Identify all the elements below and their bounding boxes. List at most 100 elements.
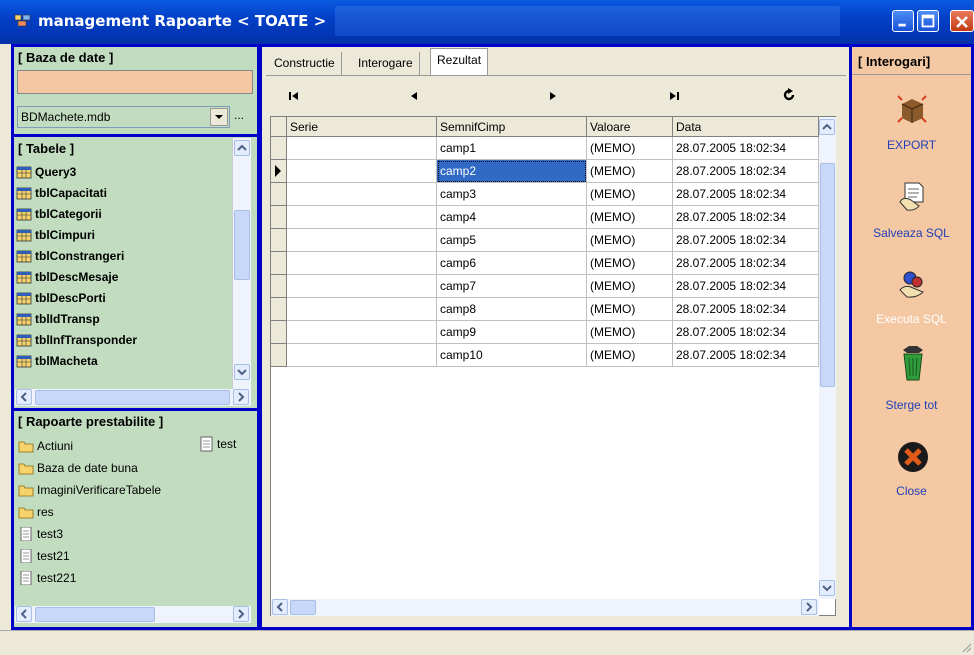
cell-valoare[interactable]: (MEMO) xyxy=(587,160,673,183)
cell-serie[interactable] xyxy=(287,206,437,229)
cell-serie[interactable] xyxy=(287,275,437,298)
cell-semnifcimp[interactable]: camp3 xyxy=(437,183,587,206)
grid-vscrollbar[interactable] xyxy=(819,117,836,599)
report-folder[interactable]: Actiuni xyxy=(18,436,73,456)
scroll-thumb[interactable] xyxy=(820,163,835,387)
cell-valoare[interactable]: (MEMO) xyxy=(587,137,673,160)
table-item[interactable]: Query3 xyxy=(16,162,76,182)
cell-serie[interactable] xyxy=(287,298,437,321)
cell-data[interactable]: 28.07.2005 18:02:34 xyxy=(673,229,819,252)
cell-serie[interactable] xyxy=(287,321,437,344)
cell-data[interactable]: 28.07.2005 18:02:34 xyxy=(673,252,819,275)
tables-hscrollbar[interactable] xyxy=(15,389,251,406)
cell-serie[interactable] xyxy=(287,229,437,252)
cell-valoare[interactable]: (MEMO) xyxy=(587,344,673,367)
table-item[interactable]: tblDescPorti xyxy=(16,288,106,308)
next-record-button[interactable] xyxy=(546,89,560,103)
cell-data[interactable]: 28.07.2005 18:02:34 xyxy=(673,183,819,206)
tables-scrollbar[interactable] xyxy=(232,138,251,390)
cell-semnifcimp[interactable]: camp8 xyxy=(437,298,587,321)
scroll-left-button[interactable] xyxy=(16,389,32,405)
column-header-serie[interactable]: Serie xyxy=(287,117,437,137)
row-indicator[interactable] xyxy=(271,275,287,298)
table-item[interactable]: tblCimpuri xyxy=(16,225,95,245)
cell-valoare[interactable]: (MEMO) xyxy=(587,275,673,298)
scroll-down-button[interactable] xyxy=(234,364,250,380)
export-button[interactable]: EXPORT xyxy=(852,92,971,162)
cell-valoare[interactable]: (MEMO) xyxy=(587,321,673,344)
scroll-left-button[interactable] xyxy=(272,599,288,615)
grid-hscrollbar[interactable] xyxy=(271,599,819,616)
browse-button[interactable]: ... xyxy=(234,108,244,122)
cell-serie[interactable] xyxy=(287,344,437,367)
scroll-up-button[interactable] xyxy=(234,140,250,156)
cell-serie[interactable] xyxy=(287,252,437,275)
maximize-button[interactable] xyxy=(917,10,939,32)
cell-data[interactable]: 28.07.2005 18:02:34 xyxy=(673,160,819,183)
cell-valoare[interactable]: (MEMO) xyxy=(587,183,673,206)
scroll-thumb[interactable] xyxy=(234,210,250,280)
dropdown-button[interactable] xyxy=(210,108,228,126)
report-file[interactable]: test21 xyxy=(18,546,70,566)
table-item[interactable]: tblMacheta xyxy=(16,351,98,371)
cell-serie[interactable] xyxy=(287,160,437,183)
cell-semnifcimp[interactable]: camp10 xyxy=(437,344,587,367)
cell-semnifcimp[interactable]: camp6 xyxy=(437,252,587,275)
execute-sql-button[interactable]: Executa SQL xyxy=(852,266,971,336)
table-item[interactable]: tblIdTransp xyxy=(16,309,100,329)
report-file[interactable]: test221 xyxy=(18,568,76,588)
scroll-down-button[interactable] xyxy=(819,580,835,596)
resize-grip-icon[interactable] xyxy=(960,641,972,653)
scroll-left-button[interactable] xyxy=(16,606,32,622)
cell-semnifcimp[interactable]: camp5 xyxy=(437,229,587,252)
table-item[interactable]: tblDescMesaje xyxy=(16,267,118,287)
previous-record-button[interactable] xyxy=(407,89,421,103)
last-record-button[interactable] xyxy=(667,89,681,103)
reports-hscrollbar[interactable] xyxy=(15,606,251,623)
table-item[interactable]: tblConstrangeri xyxy=(16,246,124,266)
column-header-valoare[interactable]: Valoare xyxy=(587,117,673,137)
cell-serie[interactable] xyxy=(287,183,437,206)
cell-data[interactable]: 28.07.2005 18:02:34 xyxy=(673,321,819,344)
cell-data[interactable]: 28.07.2005 18:02:34 xyxy=(673,275,819,298)
scroll-right-button[interactable] xyxy=(801,599,817,615)
row-indicator[interactable] xyxy=(271,183,287,206)
database-select[interactable]: BDMachete.mdb xyxy=(17,106,230,128)
tab-rezultat[interactable]: Rezultat xyxy=(430,48,489,76)
column-header-semnifcimp[interactable]: SemnifCimp xyxy=(437,117,587,137)
row-indicator[interactable] xyxy=(271,298,287,321)
report-file[interactable]: test3 xyxy=(18,524,63,544)
row-indicator[interactable] xyxy=(271,160,287,183)
scroll-right-button[interactable] xyxy=(233,389,249,405)
table-item[interactable]: tblCapacitati xyxy=(16,183,107,203)
tab-constructie[interactable]: Constructie xyxy=(268,52,342,76)
cell-valoare[interactable]: (MEMO) xyxy=(587,298,673,321)
row-indicator[interactable] xyxy=(271,229,287,252)
database-path-field[interactable] xyxy=(17,70,253,94)
cell-semnifcimp[interactable]: camp7 xyxy=(437,275,587,298)
cell-semnifcimp[interactable]: camp2 xyxy=(437,160,587,183)
save-sql-button[interactable]: Salveaza SQL xyxy=(852,180,971,250)
cell-serie[interactable] xyxy=(287,137,437,160)
refresh-button[interactable] xyxy=(781,87,797,103)
row-indicator[interactable] xyxy=(271,252,287,275)
cell-semnifcimp[interactable]: camp4 xyxy=(437,206,587,229)
cell-semnifcimp[interactable]: camp1 xyxy=(437,137,587,160)
clear-all-button[interactable]: Sterge tot xyxy=(852,344,971,414)
scroll-up-button[interactable] xyxy=(819,119,835,135)
row-indicator[interactable] xyxy=(271,206,287,229)
cell-valoare[interactable]: (MEMO) xyxy=(587,229,673,252)
cell-data[interactable]: 28.07.2005 18:02:34 xyxy=(673,206,819,229)
scroll-right-button[interactable] xyxy=(233,606,249,622)
hscroll-thumb[interactable] xyxy=(35,607,155,622)
row-indicator[interactable] xyxy=(271,344,287,367)
cell-data[interactable]: 28.07.2005 18:02:34 xyxy=(673,137,819,160)
cell-data[interactable]: 28.07.2005 18:02:34 xyxy=(673,298,819,321)
close-button[interactable]: Close xyxy=(852,440,971,506)
report-folder[interactable]: Baza de date buna xyxy=(18,458,138,478)
minimize-button[interactable] xyxy=(892,10,914,32)
results-grid[interactable]: Serie SemnifCimp Valoare Data camp1 (MEMO… xyxy=(270,116,836,616)
cell-data[interactable]: 28.07.2005 18:02:34 xyxy=(673,344,819,367)
first-record-button[interactable] xyxy=(287,89,301,103)
cell-valoare[interactable]: (MEMO) xyxy=(587,252,673,275)
